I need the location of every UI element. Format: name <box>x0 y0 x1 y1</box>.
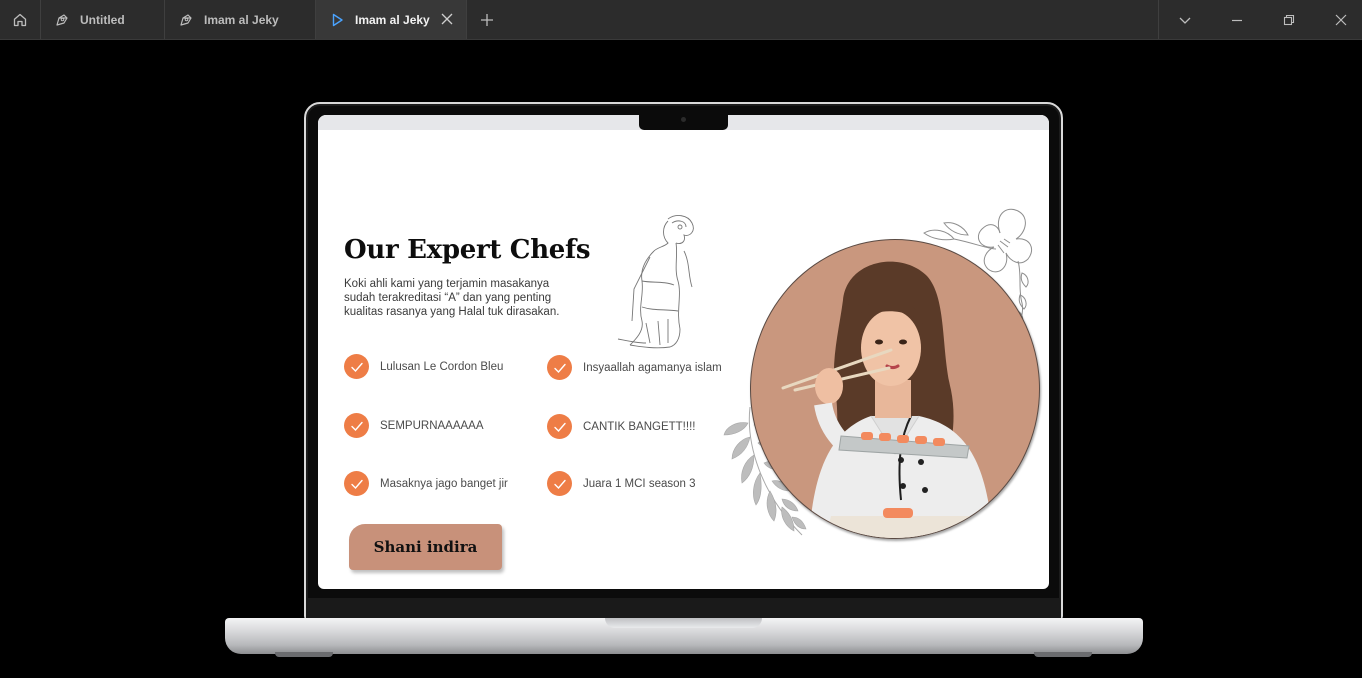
chef-photo <box>781 261 993 538</box>
feature-item: Masaknya jago banget jir <box>344 471 508 496</box>
laptop-opening-notch <box>605 618 762 628</box>
page-description: Koki ahli kami yang terjamin masakanya s… <box>344 278 560 318</box>
check-icon <box>344 354 369 379</box>
window-titlebar: Untitled Imam al Jeky Imam al Jeky <box>0 0 1362 40</box>
tab-untitled[interactable]: Untitled <box>41 0 165 39</box>
chef-portrait <box>750 239 1040 539</box>
tab-label: Untitled <box>80 12 125 27</box>
feature-label: SEMPURNAAAAAA <box>380 419 484 432</box>
tab-label: Imam al Jeky <box>355 12 430 27</box>
feature-item: Lulusan Le Cordon Bleu <box>344 354 503 379</box>
plus-icon <box>481 14 493 26</box>
figma-file-icon <box>178 12 194 28</box>
restore-icon <box>1283 14 1295 25</box>
close-icon <box>1335 14 1347 25</box>
feature-label: Masaknya jago banget jir <box>380 477 508 490</box>
tab-imam-al-jeky-prototype[interactable]: Imam al Jeky <box>316 0 467 39</box>
feature-item: Insyaallah agamanya islam <box>547 355 722 380</box>
tab-label: Imam al Jeky <box>204 12 279 27</box>
check-icon <box>547 471 572 496</box>
check-icon <box>344 413 369 438</box>
check-icon <box>547 414 572 439</box>
chef-name-button[interactable]: Shani indira <box>349 524 502 570</box>
feature-label: Juara 1 MCI season 3 <box>583 477 696 490</box>
laptop-foot <box>275 652 333 657</box>
camera-notch <box>639 115 728 130</box>
laptop-base <box>225 618 1143 654</box>
tab-imam-al-jeky[interactable]: Imam al Jeky <box>165 0 316 39</box>
new-tab-button[interactable] <box>476 9 498 31</box>
feature-label: Insyaallah agamanya islam <box>583 361 722 374</box>
feature-item: SEMPURNAAAAAA <box>344 413 484 438</box>
feature-label: CANTIK BANGETT!!!! <box>583 420 696 433</box>
tabs-dropdown-button[interactable] <box>1160 0 1210 39</box>
feature-item: CANTIK BANGETT!!!! <box>547 414 695 439</box>
figma-file-icon <box>54 12 70 28</box>
check-icon <box>547 355 572 380</box>
close-tab-icon[interactable] <box>440 12 454 26</box>
window-controls <box>1158 0 1362 39</box>
chevron-down-icon <box>1179 17 1191 24</box>
wayang-illustration <box>617 215 694 349</box>
check-icon <box>344 471 369 496</box>
laptop-screen: Our Expert Chefs Koki ahli kami yang ter… <box>318 115 1049 589</box>
minimize-icon <box>1232 19 1242 21</box>
laptop-foot <box>1034 652 1092 657</box>
home-button[interactable] <box>0 0 41 39</box>
minimize-button[interactable] <box>1212 0 1262 39</box>
restore-button[interactable] <box>1264 0 1314 39</box>
close-window-button[interactable] <box>1316 0 1362 39</box>
feature-label: Lulusan Le Cordon Bleu <box>380 360 504 373</box>
home-icon <box>13 13 27 26</box>
feature-item: Juara 1 MCI season 3 <box>547 471 696 496</box>
play-prototype-icon <box>329 12 345 28</box>
page-title: Our Expert Chefs <box>344 235 591 265</box>
laptop-bezel-bottom <box>306 598 1061 618</box>
camera-icon <box>681 117 686 122</box>
